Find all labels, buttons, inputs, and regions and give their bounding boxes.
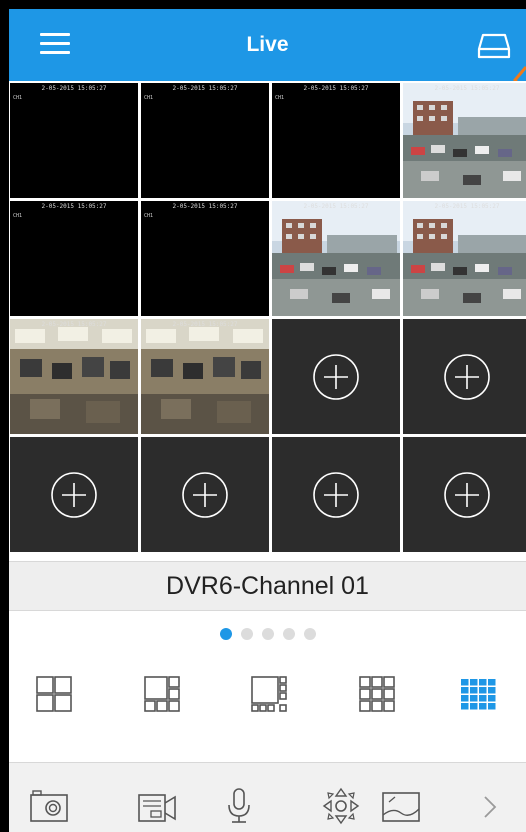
camera-timestamp: 2-05-2015 15:05:27 — [172, 85, 238, 92]
camera-tile-no-signal[interactable]: 2-05-2015 15:05:27 CH1 — [141, 83, 269, 198]
bottom-toolbar — [9, 762, 526, 832]
add-channel-icon — [313, 353, 359, 400]
channel-name: DVR6-Channel 01 — [166, 571, 369, 600]
page-dot[interactable] — [240, 628, 253, 640]
hamburger-menu-icon[interactable] — [40, 29, 70, 59]
page-title: Live — [246, 33, 289, 56]
layout-16-button[interactable] — [458, 674, 498, 714]
camera-grid: 2-05-2015 15:05:27 CH1 2-05-2015 15:05:27 C… — [9, 81, 526, 561]
layout-16-icon — [461, 679, 496, 710]
camera-feed-image — [141, 319, 269, 434]
camera-tile-live[interactable]: 2-05-2015 15:05:27 — [272, 201, 400, 316]
layout-6-button[interactable] — [142, 674, 182, 714]
camera-feed-image — [403, 201, 526, 316]
camera-tile-no-signal[interactable]: 2-05-2015 15:05:27 CH1 — [141, 201, 269, 316]
camera-icon — [30, 790, 68, 822]
add-channel-icon — [51, 471, 97, 518]
more-button[interactable] — [469, 785, 513, 825]
camera-channel-tag: CH1 — [144, 213, 154, 219]
page-indicator — [9, 628, 526, 642]
record-button[interactable] — [135, 785, 179, 825]
add-camera-tile[interactable] — [403, 437, 526, 552]
snapshot-button[interactable] — [27, 785, 71, 825]
channel-bar: DVR6-Channel 01 — [9, 561, 526, 611]
ptz-button[interactable] — [319, 785, 363, 825]
layout-8-icon — [251, 676, 287, 712]
image-quality-button[interactable] — [379, 785, 423, 825]
layout-selector — [9, 674, 526, 724]
add-channel-icon — [444, 471, 490, 518]
camera-channel-tag: CH1 — [13, 95, 23, 101]
chevron-right-icon — [484, 796, 497, 818]
camera-tile-live[interactable]: 2-05-2015 15:05:27 — [403, 83, 526, 198]
camera-channel-tag: CH1 — [275, 95, 285, 101]
talk-button[interactable] — [217, 785, 261, 825]
camera-timestamp: 2-05-2015 15:05:27 — [434, 203, 500, 210]
add-channel-icon — [182, 471, 228, 518]
add-channel-icon — [444, 353, 490, 400]
camera-tile-live[interactable]: 2-05-2015 15:05:27 — [141, 319, 269, 434]
page-dot[interactable] — [261, 628, 274, 640]
image-icon — [382, 792, 420, 822]
page-dot[interactable] — [282, 628, 295, 640]
camera-feed-image — [403, 83, 526, 198]
camera-feed-image — [10, 319, 138, 434]
top-app-bar: Live — [9, 9, 526, 94]
add-channel-icon — [313, 471, 359, 518]
camera-channel-tag: CH1 — [144, 95, 154, 101]
video-record-icon — [138, 794, 176, 822]
layout-6-icon — [144, 676, 180, 712]
layout-1x4-icon — [36, 676, 72, 712]
live-view-screen: Live 2-05-2015 15:05:27 CH1 2-05-2015 15:0… — [9, 9, 526, 832]
camera-tile-no-signal[interactable]: 2-05-2015 15:05:27 CH1 — [10, 83, 138, 198]
camera-timestamp: 2-05-2015 15:05:27 — [303, 203, 369, 210]
camera-timestamp: 2-05-2015 15:05:27 — [41, 85, 107, 92]
camera-timestamp: 2-05-2015 15:05:27 — [172, 321, 238, 328]
layout-9-icon — [359, 676, 395, 712]
add-camera-tile[interactable] — [403, 319, 526, 434]
ptz-control-icon — [322, 787, 360, 825]
camera-tile-live[interactable]: 2-05-2015 15:05:27 — [403, 201, 526, 316]
layout-8-button[interactable] — [249, 674, 289, 714]
camera-timestamp: 2-05-2015 15:05:27 — [172, 203, 238, 210]
camera-tile-no-signal[interactable]: 2-05-2015 15:05:27 CH1 — [10, 201, 138, 316]
camera-channel-tag: CH1 — [13, 213, 23, 219]
camera-timestamp: 2-05-2015 15:05:27 — [434, 85, 500, 92]
add-camera-tile[interactable] — [141, 437, 269, 552]
storage-device-icon[interactable] — [477, 29, 511, 61]
page-dot[interactable] — [303, 628, 316, 640]
camera-tile-no-signal[interactable]: 2-05-2015 15:05:27 CH1 — [272, 83, 400, 198]
page-dot[interactable] — [219, 628, 232, 640]
camera-tile-live[interactable]: 2-05-2015 15:05:27 — [10, 319, 138, 434]
add-camera-tile[interactable] — [272, 437, 400, 552]
add-camera-tile[interactable] — [10, 437, 138, 552]
camera-feed-image — [272, 201, 400, 316]
add-camera-tile[interactable] — [272, 319, 400, 434]
layout-9-button[interactable] — [357, 674, 397, 714]
camera-timestamp: 2-05-2015 15:05:27 — [41, 203, 107, 210]
camera-timestamp: 2-05-2015 15:05:27 — [41, 321, 107, 328]
microphone-icon — [228, 788, 250, 823]
layout-1x4-button[interactable] — [34, 674, 74, 714]
camera-timestamp: 2-05-2015 15:05:27 — [303, 85, 369, 92]
